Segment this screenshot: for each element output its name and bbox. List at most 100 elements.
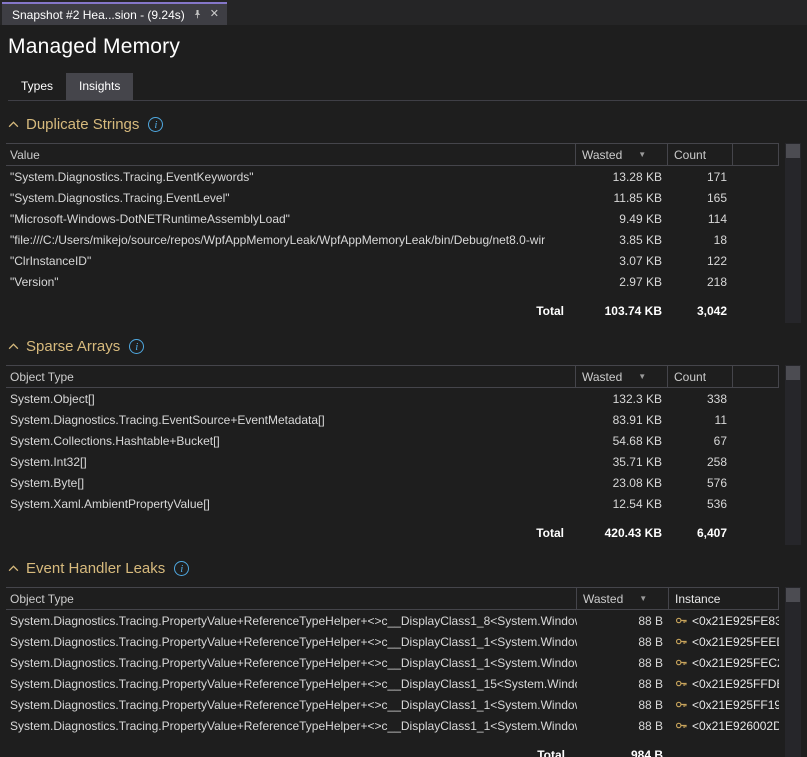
instance-link[interactable]: <0x21E926002D0> — [669, 719, 779, 733]
table-row[interactable]: System.Diagnostics.Tracing.PropertyValue… — [6, 694, 779, 715]
column-header-wasted[interactable]: Wasted ▼ — [576, 588, 668, 609]
column-header-object-type[interactable]: Object Type — [6, 366, 575, 387]
table-header-row: Value Wasted ▼ Count — [6, 143, 779, 166]
section-sparse-arrays: Sparse Arrays i Object Type Wasted ▼ Cou… — [0, 323, 807, 545]
table-row[interactable]: System.Diagnostics.Tracing.PropertyValue… — [6, 673, 779, 694]
row-wasted: 11.85 KB — [576, 191, 668, 205]
column-header-object-type[interactable]: Object Type — [6, 588, 576, 609]
info-icon[interactable]: i — [129, 339, 144, 354]
row-name: "Version" — [6, 275, 576, 289]
row-count: 67 — [668, 434, 733, 448]
instance-address: <0x21E925FEED0> — [692, 635, 779, 649]
total-label: Total — [6, 304, 576, 318]
total-label: Total — [6, 748, 577, 757]
table-row[interactable]: System.Collections.Hashtable+Bucket[]54.… — [6, 430, 779, 451]
table-row[interactable]: "System.Diagnostics.Tracing.EventKeyword… — [6, 166, 779, 187]
instance-address: <0x21E925FF198> — [692, 698, 779, 712]
total-wasted: 420.43 KB — [576, 526, 668, 540]
row-count: 338 — [668, 392, 733, 406]
row-wasted: 13.28 KB — [576, 170, 668, 184]
collapse-chevron-icon[interactable] — [8, 343, 19, 350]
collapse-chevron-icon[interactable] — [8, 565, 19, 572]
row-name: System.Diagnostics.Tracing.PropertyValue… — [6, 635, 577, 649]
row-wasted: 88 B — [577, 719, 669, 733]
row-name: System.Byte[] — [6, 476, 576, 490]
table-row[interactable]: System.Diagnostics.Tracing.PropertyValue… — [6, 631, 779, 652]
table-row[interactable]: System.Int32[]35.71 KB258 — [6, 451, 779, 472]
row-name: System.Int32[] — [6, 455, 576, 469]
row-name: System.Object[] — [6, 392, 576, 406]
scrollbar-thumb[interactable] — [786, 588, 800, 602]
pin-icon[interactable] — [192, 9, 203, 20]
instance-link[interactable]: <0x21E925FE838> — [669, 614, 779, 628]
tab-insights[interactable]: Insights — [66, 73, 133, 100]
column-header-count[interactable]: Count — [667, 366, 732, 387]
row-wasted: 9.49 KB — [576, 212, 668, 226]
scrollbar-thumb[interactable] — [786, 366, 800, 380]
row-count: 258 — [668, 455, 733, 469]
column-header-instance[interactable]: Instance — [668, 588, 778, 609]
table-row[interactable]: "ClrInstanceID"3.07 KB122 — [6, 250, 779, 271]
table-row[interactable]: System.Byte[]23.08 KB576 — [6, 472, 779, 493]
table-header-row: Object Type Wasted ▼ Count — [6, 365, 779, 388]
instance-link[interactable]: <0x21E925FEED0> — [669, 635, 779, 649]
column-header-count[interactable]: Count — [667, 144, 732, 165]
info-icon[interactable]: i — [174, 561, 189, 576]
row-name: "System.Diagnostics.Tracing.EventLevel" — [6, 191, 576, 205]
table-row[interactable]: "file:///C:/Users/mikejo/source/repos/Wp… — [6, 229, 779, 250]
instance-address: <0x21E926002D0> — [692, 719, 779, 733]
sort-descending-icon: ▼ — [638, 150, 646, 159]
table-scrollbar[interactable] — [785, 365, 801, 545]
row-wasted: 12.54 KB — [576, 497, 668, 511]
column-header-value[interactable]: Value — [6, 144, 575, 165]
table-row[interactable]: System.Diagnostics.Tracing.PropertyValue… — [6, 715, 779, 736]
key-icon — [675, 614, 688, 627]
table-row[interactable]: "System.Diagnostics.Tracing.EventLevel"1… — [6, 187, 779, 208]
instance-link[interactable]: <0x21E925FEC20> — [669, 656, 779, 670]
instance-link[interactable]: <0x21E925FF198> — [669, 698, 779, 712]
sort-descending-icon: ▼ — [639, 594, 647, 603]
instance-link[interactable]: <0x21E925FFDB0> — [669, 677, 779, 691]
table-row[interactable]: System.Object[]132.3 KB338 — [6, 388, 779, 409]
info-icon[interactable]: i — [148, 117, 163, 132]
section-event-handler-leaks: Event Handler Leaks i Object Type Wasted… — [0, 545, 807, 757]
close-icon[interactable]: ✕ — [210, 9, 219, 20]
row-count: 165 — [668, 191, 733, 205]
table-header-row: Object Type Wasted ▼ Instance — [6, 587, 779, 610]
row-name: System.Diagnostics.Tracing.PropertyValue… — [6, 677, 577, 691]
row-wasted: 88 B — [577, 656, 669, 670]
row-wasted: 3.07 KB — [576, 254, 668, 268]
row-name: System.Diagnostics.Tracing.EventSource+E… — [6, 413, 576, 427]
column-header-spacer — [732, 144, 778, 165]
section-header: Event Handler Leaks i — [0, 553, 807, 585]
document-tab-bar: Snapshot #2 Hea...sion - (9.24s) ✕ — [0, 0, 807, 25]
instance-address: <0x21E925FFDB0> — [692, 677, 779, 691]
row-name: System.Diagnostics.Tracing.PropertyValue… — [6, 656, 577, 670]
table-scrollbar[interactable] — [785, 587, 801, 757]
collapse-chevron-icon[interactable] — [8, 121, 19, 128]
row-count: 576 — [668, 476, 733, 490]
column-header-wasted[interactable]: Wasted ▼ — [575, 366, 667, 387]
table-scrollbar[interactable] — [785, 143, 801, 323]
row-count: 11 — [668, 413, 733, 427]
table-row[interactable]: "Microsoft-Windows-DotNETRuntimeAssembly… — [6, 208, 779, 229]
tab-types[interactable]: Types — [8, 73, 66, 100]
table-row[interactable]: System.Diagnostics.Tracing.PropertyValue… — [6, 652, 779, 673]
table-row[interactable]: System.Xaml.AmbientPropertyValue[]12.54 … — [6, 493, 779, 514]
table-row[interactable]: System.Diagnostics.Tracing.EventSource+E… — [6, 409, 779, 430]
key-icon — [675, 698, 688, 711]
total-count: 3,042 — [668, 304, 733, 318]
column-header-wasted[interactable]: Wasted ▼ — [575, 144, 667, 165]
table-row[interactable]: "Version"2.97 KB218 — [6, 271, 779, 292]
sort-descending-icon: ▼ — [638, 372, 646, 381]
document-tab[interactable]: Snapshot #2 Hea...sion - (9.24s) ✕ — [2, 2, 227, 25]
row-wasted: 88 B — [577, 635, 669, 649]
row-count: 536 — [668, 497, 733, 511]
table-row[interactable]: System.Diagnostics.Tracing.PropertyValue… — [6, 610, 779, 631]
section-title: Sparse Arrays — [26, 338, 120, 355]
row-name: "ClrInstanceID" — [6, 254, 576, 268]
instance-address: <0x21E925FE838> — [692, 614, 779, 628]
document-tab-title: Snapshot #2 Hea...sion - (9.24s) — [12, 8, 185, 22]
page-title: Managed Memory — [0, 25, 807, 63]
scrollbar-thumb[interactable] — [786, 144, 800, 158]
